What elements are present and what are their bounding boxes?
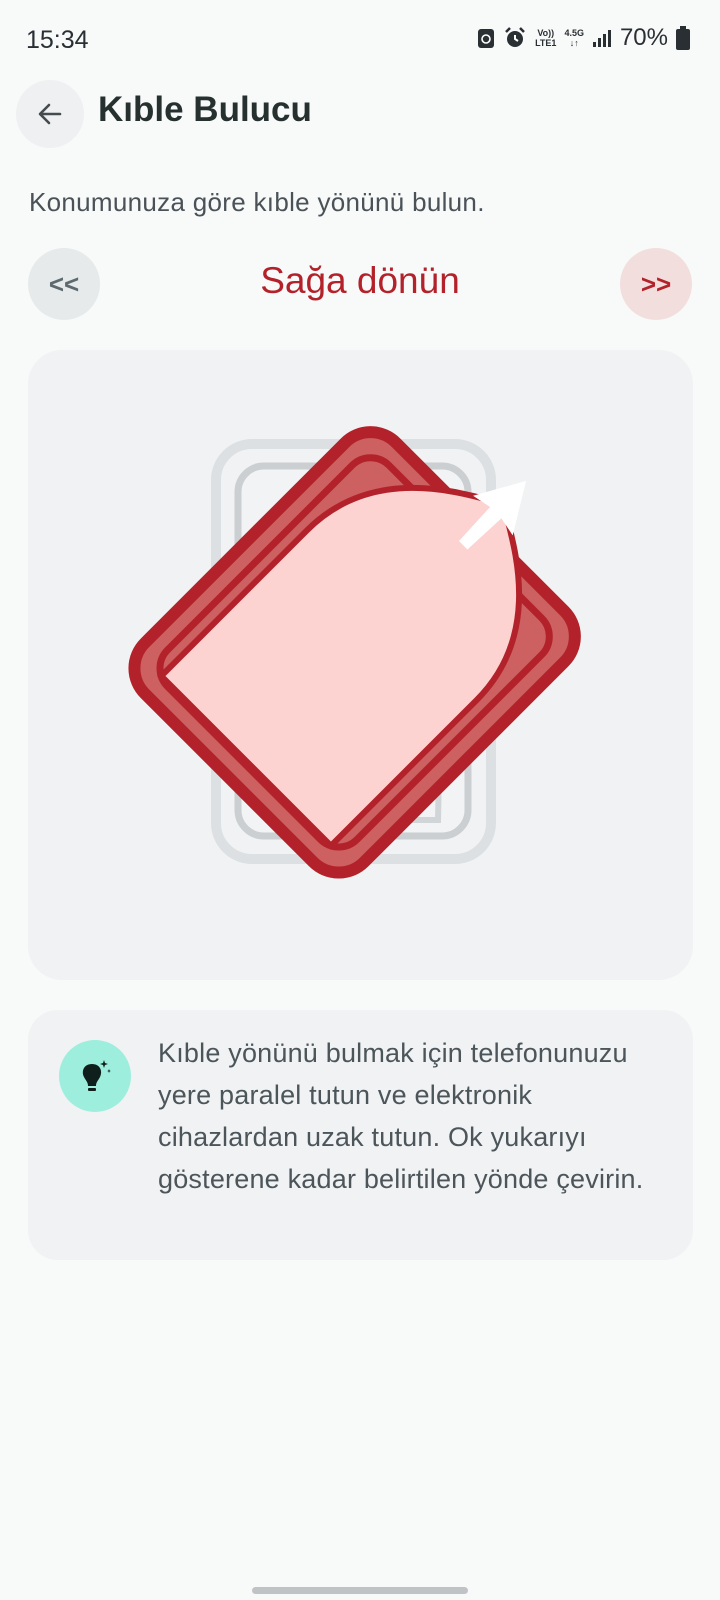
tip-card: Kıble yönünü bulmak için telefonunuzu ye… bbox=[28, 1010, 693, 1260]
lightbulb-icon bbox=[82, 1060, 111, 1091]
signal-icon bbox=[592, 30, 611, 47]
home-indicator[interactable] bbox=[252, 1587, 468, 1594]
page-subtitle: Konumunuza göre kıble yönünü bulun. bbox=[29, 187, 485, 217]
arrow-left-icon bbox=[38, 103, 62, 125]
alarm-icon bbox=[505, 27, 525, 47]
tip-text: Kıble yönünü bulmak için telefonunuzu ye… bbox=[158, 1038, 644, 1194]
status-bar: 15:34 Vo)) LTE1 4.5G ↓↑ 70% bbox=[0, 0, 720, 80]
status-icons: Vo)) LTE1 4.5G ↓↑ 70% bbox=[477, 24, 690, 52]
compass-graphic bbox=[128, 426, 581, 879]
volte-bottom-label: LTE1 bbox=[535, 38, 557, 48]
battery-icon bbox=[676, 26, 690, 50]
battery-percent: 70% bbox=[619, 24, 668, 51]
data-arrows-icon: ↓↑ bbox=[569, 38, 579, 48]
network-type-label: 4.5G bbox=[564, 28, 584, 38]
volte-top-label: Vo)) bbox=[537, 28, 555, 38]
network-type-indicator: 4.5G ↓↑ bbox=[564, 28, 584, 48]
turn-right-button[interactable]: >> bbox=[620, 248, 692, 320]
page-title: Kıble Bulucu bbox=[98, 90, 312, 129]
back-button[interactable] bbox=[16, 80, 84, 148]
tip-icon-circle bbox=[59, 1040, 131, 1112]
rotating-phone-icon bbox=[128, 426, 581, 879]
volte-indicator: Vo)) LTE1 bbox=[535, 28, 556, 48]
status-time: 15:34 bbox=[26, 26, 89, 54]
recycle-notification-icon bbox=[478, 29, 495, 48]
compass-card bbox=[28, 350, 693, 980]
direction-instruction: Sağa dönün bbox=[260, 260, 460, 301]
